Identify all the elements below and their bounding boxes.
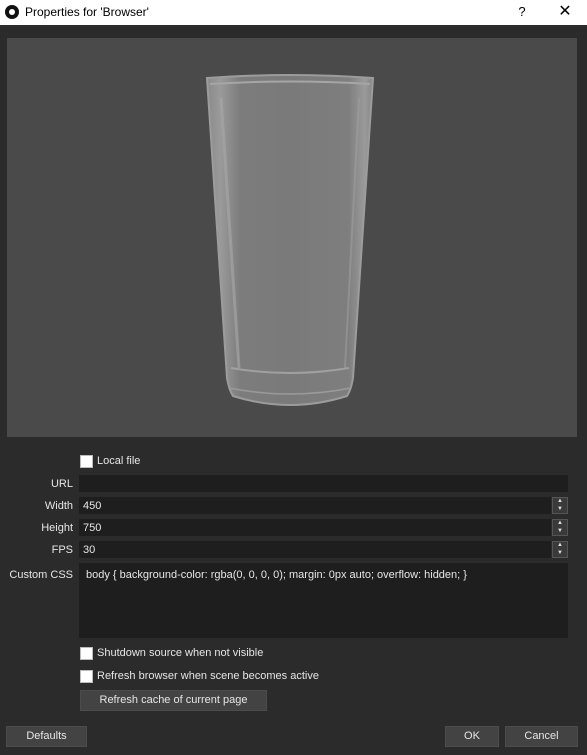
url-input[interactable] xyxy=(79,475,568,492)
height-label: Height xyxy=(41,522,73,534)
properties-dialog: Properties for 'Browser' ? ✕ Local file … xyxy=(0,0,587,755)
width-label: Width xyxy=(44,500,73,512)
refresh-cache-button[interactable]: Refresh cache of current page xyxy=(80,690,267,711)
chevron-up-icon[interactable]: ▲ xyxy=(556,542,564,549)
refresh-active-checkbox[interactable] xyxy=(80,670,93,683)
close-button[interactable]: ✕ xyxy=(555,2,575,22)
width-spinner[interactable]: ▲ ▼ xyxy=(552,497,568,514)
height-spinner[interactable]: ▲ ▼ xyxy=(552,519,568,536)
height-input[interactable] xyxy=(79,519,551,536)
url-label: URL xyxy=(50,478,73,490)
ok-button[interactable]: OK xyxy=(445,726,499,747)
chevron-down-icon[interactable]: ▼ xyxy=(556,550,564,557)
help-button[interactable]: ? xyxy=(512,2,532,22)
cancel-button[interactable]: Cancel xyxy=(505,726,578,747)
obs-app-icon xyxy=(5,5,19,19)
chevron-down-icon[interactable]: ▼ xyxy=(556,528,564,535)
fps-spinner[interactable]: ▲ ▼ xyxy=(552,541,568,558)
defaults-button[interactable]: Defaults xyxy=(6,726,87,747)
glass-preview-image xyxy=(205,74,375,406)
source-preview xyxy=(7,38,577,437)
local-file-label: Local file xyxy=(97,455,141,467)
custom-css-label: Custom CSS xyxy=(9,569,73,581)
chevron-up-icon[interactable]: ▲ xyxy=(556,520,564,527)
shutdown-checkbox[interactable] xyxy=(80,647,93,660)
chevron-up-icon[interactable]: ▲ xyxy=(556,498,564,505)
width-input[interactable] xyxy=(79,497,551,514)
shutdown-label: Shutdown source when not visible xyxy=(97,647,264,659)
title-bar: Properties for 'Browser' ? ✕ xyxy=(0,0,587,25)
local-file-checkbox[interactable] xyxy=(80,455,93,468)
chevron-down-icon[interactable]: ▼ xyxy=(556,506,564,513)
custom-css-editor[interactable]: body { background-color: rgba(0, 0, 0, 0… xyxy=(79,563,568,638)
refresh-active-label: Refresh browser when scene becomes activ… xyxy=(97,670,319,682)
fps-label: FPS xyxy=(51,544,73,556)
window-title: Properties for 'Browser' xyxy=(25,5,149,19)
fps-input[interactable] xyxy=(79,541,551,558)
